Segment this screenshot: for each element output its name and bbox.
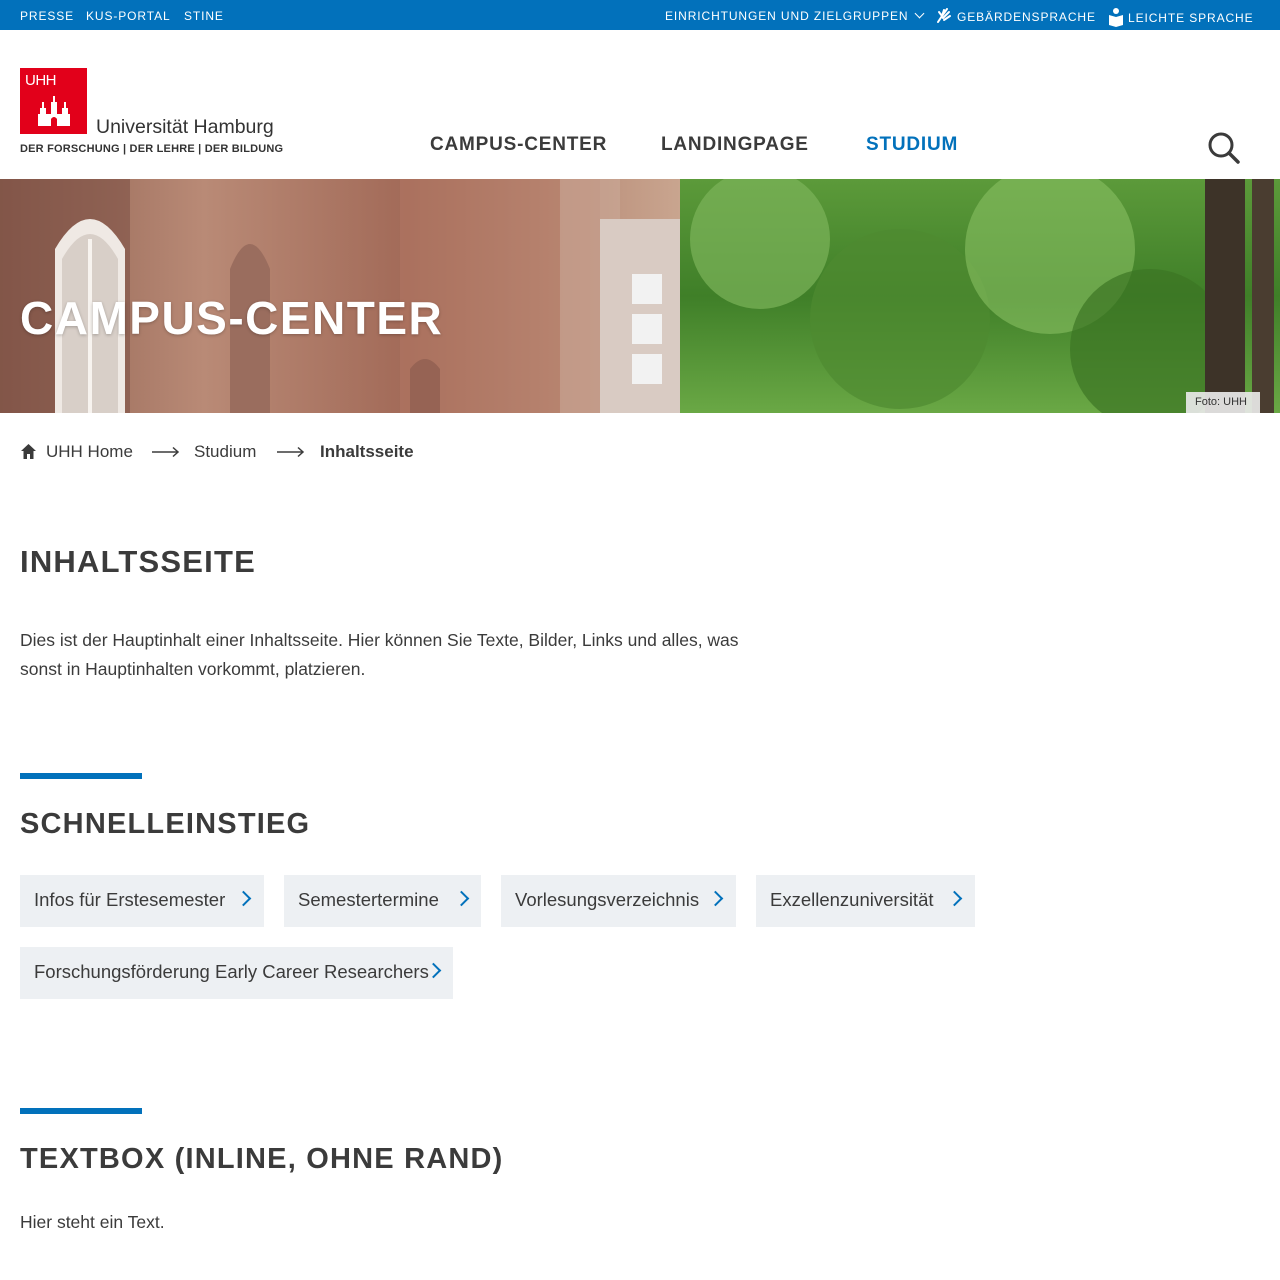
breadcrumb-home[interactable]: UHH Home xyxy=(46,442,133,462)
hero-banner: CAMPUS-CENTER Foto: UHH xyxy=(0,179,1280,413)
section-accent-bar xyxy=(20,773,142,779)
leichte-sprache-link[interactable]: LEICHTE SPRACHE xyxy=(1108,8,1254,29)
section-accent-bar xyxy=(20,1108,142,1114)
arrow-right-icon xyxy=(152,446,180,458)
quicklink-label: Semestertermine xyxy=(298,889,439,910)
quicklink-label: Forschungsförderung Early Career Researc… xyxy=(34,961,429,982)
topbar-link-stine[interactable]: STINE xyxy=(184,9,224,23)
quicklink-forschungsfoerderung[interactable]: Forschungsförderung Early Career Researc… xyxy=(20,947,453,999)
textbox-text: Hier steht ein Text. xyxy=(20,1212,165,1232)
quicklink-exzellenzuniversitaet[interactable]: Exzellenzuniversität xyxy=(756,875,975,927)
top-utility-bar: PRESSE KUS-PORTAL STINE EINRICHTUNGEN UN… xyxy=(0,0,1280,30)
chevron-right-icon xyxy=(453,890,470,907)
quicklink-vorlesungsverzeichnis[interactable]: Vorlesungsverzeichnis xyxy=(501,875,736,927)
chevron-right-icon xyxy=(946,890,963,907)
quicklink-label: Exzellenzuniversität xyxy=(770,889,934,910)
schnelleinstieg-title: SCHNELLEINSTIEG xyxy=(20,808,311,840)
chevron-right-icon xyxy=(235,890,252,907)
einrichtungen-label: EINRICHTUNGEN UND ZIELGRUPPEN xyxy=(665,9,909,23)
einrichtungen-dropdown[interactable]: EINRICHTUNGEN UND ZIELGRUPPEN xyxy=(665,8,925,23)
quicklink-label: Infos für Erstesemester xyxy=(34,889,226,910)
page-title: INHALTSSEITE xyxy=(20,544,257,579)
nav-item-landingpage[interactable]: LANDINGPAGE xyxy=(661,134,809,156)
textbox-title: TEXTBOX (INLINE, OHNE RAND) xyxy=(20,1143,504,1175)
hamburg-castle-icon xyxy=(38,96,70,126)
breadcrumb-studium[interactable]: Studium xyxy=(194,442,256,462)
easy-language-icon xyxy=(1109,8,1123,27)
topbar-link-presse[interactable]: PRESSE xyxy=(20,9,74,23)
hero-title: CAMPUS-CENTER xyxy=(20,292,444,344)
chevron-right-icon xyxy=(707,890,724,907)
photo-credit: Foto: UHH xyxy=(1186,392,1260,413)
logo-mark: UHH xyxy=(25,72,57,89)
quicklink-semestertermine[interactable]: Semestertermine xyxy=(284,875,481,927)
leichte-sprache-label: LEICHTE SPRACHE xyxy=(1128,11,1254,26)
logo-red-box: UHH xyxy=(20,68,87,134)
search-button[interactable] xyxy=(1206,130,1242,166)
gebaerdensprache-label: GEBÄRDENSPRACHE xyxy=(957,10,1096,25)
logo-name: Universität Hamburg xyxy=(96,116,274,138)
breadcrumb-current: Inhaltsseite xyxy=(320,442,414,461)
arrow-right-icon xyxy=(277,446,305,458)
quicklink-erstsemester[interactable]: Infos für Erstesemester xyxy=(20,875,264,927)
hand-sign-icon xyxy=(937,8,951,23)
search-icon xyxy=(1208,132,1240,164)
nav-item-campus-center[interactable]: CAMPUS-CENTER xyxy=(430,134,607,156)
nav-item-studium[interactable]: STUDIUM xyxy=(866,134,958,156)
logo-tagline: DER FORSCHUNG | DER LEHRE | DER BILDUNG xyxy=(20,143,284,155)
uhh-logo[interactable]: UHH Universität Hamburg DER FORSCHUNG | … xyxy=(20,68,292,160)
chevron-down-icon xyxy=(915,8,925,19)
intro-text: Dies ist der Hauptinhalt einer Inhaltsse… xyxy=(20,630,739,679)
home-icon[interactable] xyxy=(20,443,37,460)
topbar-link-kus-portal[interactable]: KUS-PORTAL xyxy=(86,9,171,23)
gebaerdensprache-link[interactable]: GEBÄRDENSPRACHE xyxy=(935,8,1096,27)
quicklink-label: Vorlesungsverzeichnis xyxy=(515,889,700,910)
